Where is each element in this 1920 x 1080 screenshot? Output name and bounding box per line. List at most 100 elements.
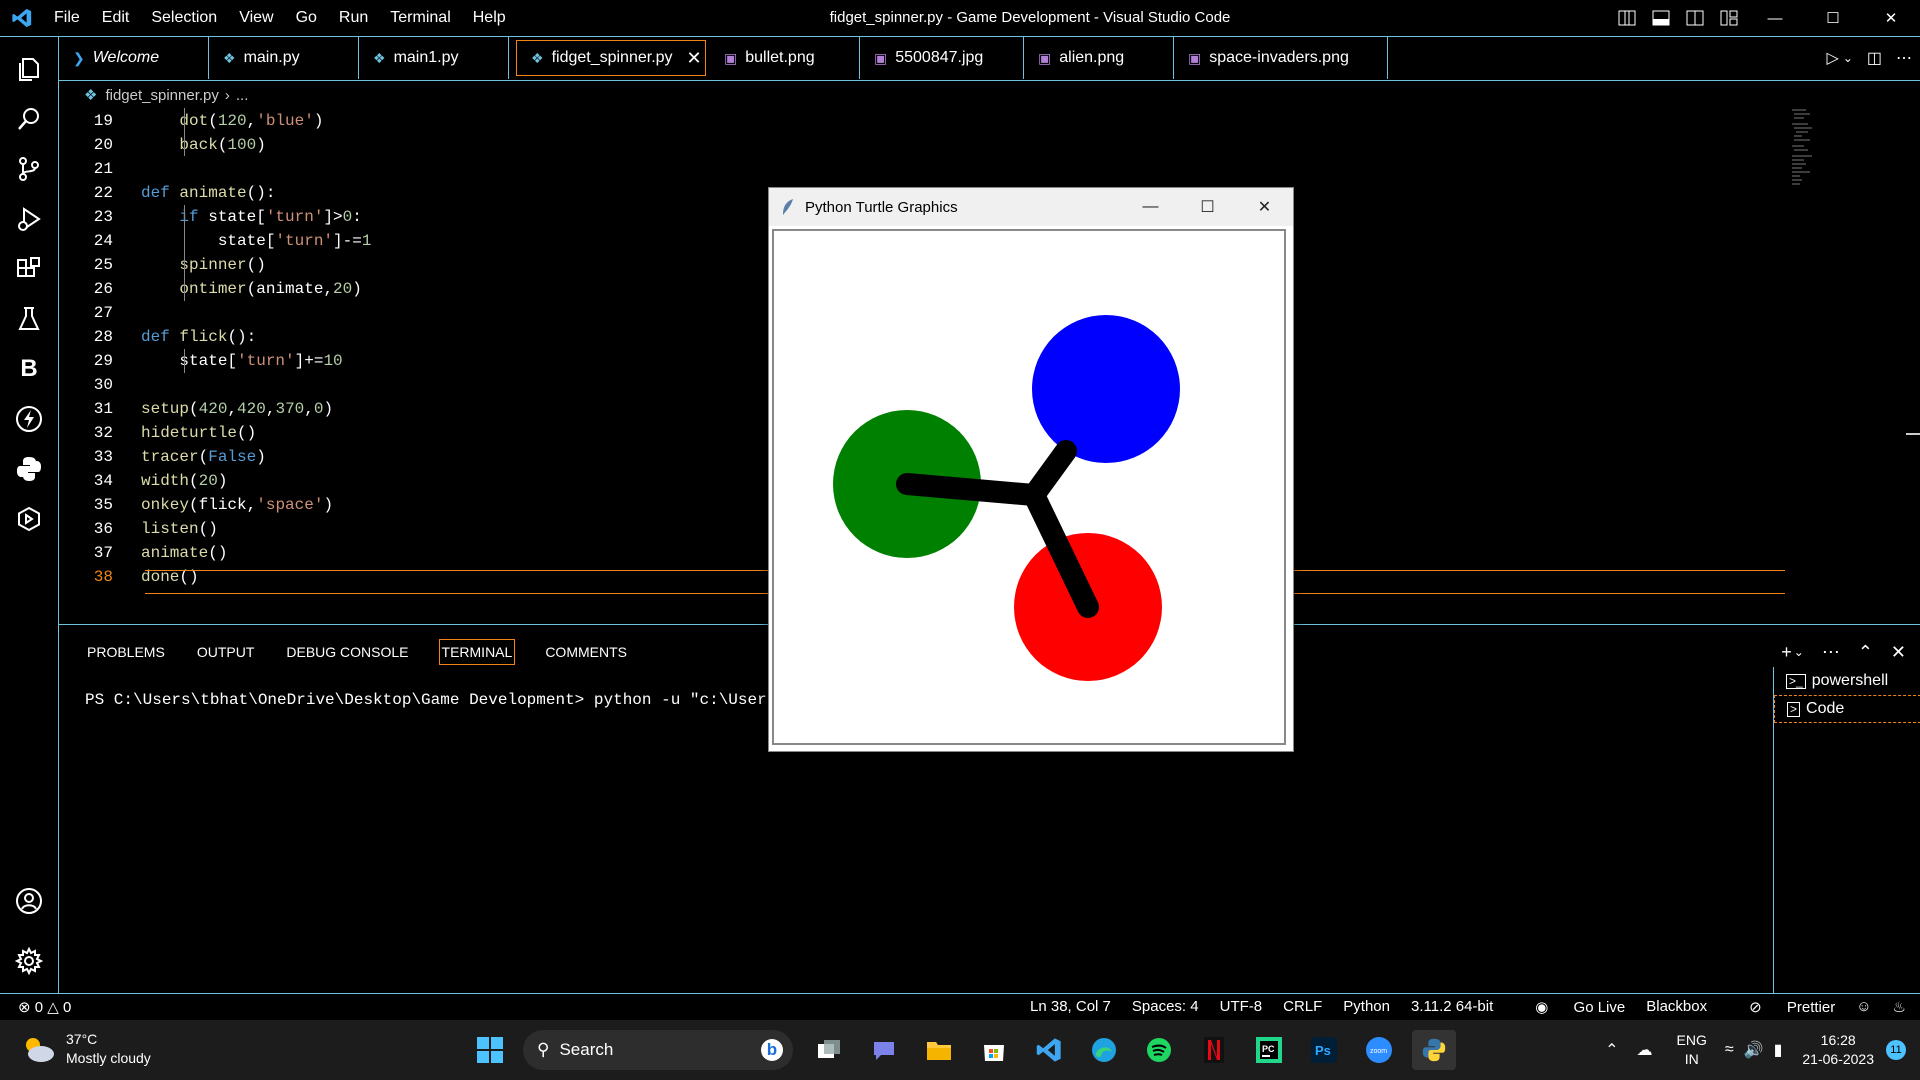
chevron-down-icon[interactable]: ⌄ xyxy=(1794,645,1804,659)
close-icon[interactable]: ✕ xyxy=(1862,0,1920,36)
blue-dot xyxy=(1032,315,1180,463)
minimap[interactable] xyxy=(1792,108,1816,188)
status-eol[interactable]: CRLF xyxy=(1283,998,1322,1016)
status-go-live[interactable]: ◉ Go Live xyxy=(1514,998,1625,1016)
tab-welcome[interactable]: ❯ Welcome xyxy=(59,37,209,79)
weather-widget[interactable]: 37°C Mostly cloudy xyxy=(20,1030,151,1068)
turtle-window-controls: — ☐ ✕ xyxy=(1122,188,1293,226)
prettier-icon: ⊘ xyxy=(1749,999,1762,1016)
maximize-panel-icon[interactable]: ⌃ xyxy=(1858,642,1873,663)
editor-actions: ▷ ⌄ ◫ ⋯ xyxy=(1813,37,1913,79)
terminal-item-code[interactable]: > Code xyxy=(1774,695,1920,723)
status-right: Ln 38, Col 7 Spaces: 4 UTF-8 CRLF Python… xyxy=(1009,998,1906,1016)
status-prettier[interactable]: ⊘ Prettier xyxy=(1728,998,1835,1016)
tab-problems[interactable]: PROBLEMS xyxy=(85,640,167,664)
tab-fidget-spinner[interactable]: ❖ fidget_spinner.py ✕ xyxy=(516,40,706,76)
terminal-output[interactable]: PS C:\Users\tbhat\OneDrive\Desktop\Game … xyxy=(85,691,815,709)
task-view-icon[interactable] xyxy=(807,1030,851,1070)
wifi-icon[interactable]: ≈ xyxy=(1725,1041,1734,1059)
status-language[interactable]: Python xyxy=(1343,998,1390,1016)
chevron-down-icon[interactable]: ⌄ xyxy=(1843,51,1853,65)
feedback-icon[interactable]: ☺ xyxy=(1856,998,1871,1016)
volume-icon[interactable]: 🔊 xyxy=(1744,1040,1764,1060)
taskbar-search[interactable]: ⚲ Search b xyxy=(523,1030,793,1070)
scrollbar-marker[interactable] xyxy=(1906,433,1920,435)
code-line: 19 dot(120,'blue') xyxy=(93,112,324,130)
clock[interactable]: 16:28 21-06-2023 xyxy=(1802,1031,1874,1069)
activity-bar: B xyxy=(0,37,59,993)
teams-chat-icon[interactable] xyxy=(862,1030,906,1070)
tab-alien-png[interactable]: ▣ alien.png xyxy=(1024,37,1174,79)
python-turtle-taskbar-icon[interactable] xyxy=(1412,1030,1456,1070)
language-indicator[interactable]: ENG IN xyxy=(1677,1031,1707,1069)
extensions-icon[interactable] xyxy=(0,247,58,291)
vscode-taskbar-icon[interactable] xyxy=(1027,1030,1071,1070)
notifications-bell-icon[interactable]: ♨ xyxy=(1893,998,1906,1016)
testing-flask-icon[interactable] xyxy=(0,297,58,341)
tab-main1-py[interactable]: ❖ main1.py xyxy=(359,37,509,79)
python-icon[interactable] xyxy=(0,447,58,491)
panel-actions: + ⌄ ⋯ ⌃ ✕ xyxy=(1763,637,1906,667)
status-cursor-position[interactable]: Ln 38, Col 7 xyxy=(1030,998,1111,1016)
turtle-canvas[interactable] xyxy=(772,229,1286,745)
more-actions-icon[interactable]: ⋯ xyxy=(1896,48,1912,68)
microsoft-store-icon[interactable] xyxy=(972,1030,1016,1070)
toggle-sidebar-icon[interactable] xyxy=(1678,0,1712,36)
notification-badge[interactable]: 11 xyxy=(1886,1040,1906,1060)
code-line: 20 back(100) xyxy=(93,136,266,154)
turtle-title-bar[interactable]: Python Turtle Graphics — ☐ ✕ xyxy=(769,188,1293,226)
tab-space-invaders-png[interactable]: ▣ space-invaders.png xyxy=(1174,37,1388,79)
status-blackbox[interactable]: Blackbox xyxy=(1646,998,1707,1016)
status-indentation[interactable]: Spaces: 4 xyxy=(1132,998,1199,1016)
windows-start-icon[interactable] xyxy=(468,1030,512,1070)
tab-main-py[interactable]: ❖ main.py xyxy=(209,37,359,79)
spotify-icon[interactable] xyxy=(1137,1030,1181,1070)
minimize-icon[interactable]: — xyxy=(1122,188,1179,226)
explorer-icon[interactable] xyxy=(0,47,58,91)
battery-icon[interactable]: ▮ xyxy=(1774,1040,1783,1060)
layout-grid-icon[interactable] xyxy=(1712,0,1746,36)
source-control-icon[interactable] xyxy=(0,147,58,191)
maximize-icon[interactable]: ☐ xyxy=(1804,0,1862,36)
more-actions-icon[interactable]: ⋯ xyxy=(1822,642,1840,663)
status-interpreter[interactable]: 3.11.2 64-bit xyxy=(1411,998,1493,1016)
tab-debug-console[interactable]: DEBUG CONSOLE xyxy=(284,640,410,664)
problems-status[interactable]: ⊗ 0 △ 0 xyxy=(18,998,71,1016)
maximize-icon[interactable]: ☐ xyxy=(1179,188,1236,226)
search-icon[interactable] xyxy=(0,97,58,141)
status-encoding[interactable]: UTF-8 xyxy=(1220,998,1263,1016)
close-icon[interactable]: ✕ xyxy=(1236,188,1293,226)
chevron-up-icon[interactable]: ⌃ xyxy=(1605,1040,1618,1060)
run-debug-icon[interactable] xyxy=(0,197,58,241)
remote-explorer-icon[interactable] xyxy=(0,497,58,541)
tab-comments[interactable]: COMMENTS xyxy=(543,640,629,664)
tab-5500847-jpg[interactable]: ▣ 5500847.jpg xyxy=(860,37,1024,79)
blackbox-icon[interactable]: B xyxy=(0,347,58,391)
image-icon: ▣ xyxy=(1188,49,1202,66)
photoshop-icon[interactable]: Ps xyxy=(1302,1030,1346,1070)
tab-bullet-png[interactable]: ▣ bullet.png xyxy=(710,37,860,79)
layout-customize-icon[interactable] xyxy=(1610,0,1644,36)
toggle-panel-icon[interactable] xyxy=(1644,0,1678,36)
lightning-icon[interactable] xyxy=(0,397,58,441)
split-editor-icon[interactable]: ◫ xyxy=(1867,48,1882,68)
netflix-icon[interactable] xyxy=(1192,1030,1236,1070)
terminal-item-powershell[interactable]: >_ powershell xyxy=(1774,667,1920,695)
code-line: 21 xyxy=(93,160,113,178)
onedrive-icon[interactable]: ☁ xyxy=(1637,1040,1653,1060)
close-tab-icon[interactable]: ✕ xyxy=(687,48,702,69)
cloud-sun-icon xyxy=(26,1038,54,1062)
new-terminal-icon[interactable]: + xyxy=(1781,642,1792,663)
settings-gear-icon[interactable] xyxy=(0,939,58,983)
tab-terminal[interactable]: TERMINAL xyxy=(438,639,516,665)
file-explorer-icon[interactable] xyxy=(917,1030,961,1070)
zoom-icon[interactable]: zoom xyxy=(1357,1030,1401,1070)
tab-output[interactable]: OUTPUT xyxy=(195,640,257,664)
minimize-icon[interactable]: — xyxy=(1746,0,1804,36)
fidget-spinner-drawing xyxy=(833,315,1180,681)
close-panel-icon[interactable]: ✕ xyxy=(1891,642,1906,663)
run-file-icon[interactable]: ▷ xyxy=(1827,48,1839,68)
pycharm-icon[interactable]: PC xyxy=(1247,1030,1291,1070)
accounts-icon[interactable] xyxy=(0,879,58,923)
edge-browser-icon[interactable] xyxy=(1082,1030,1126,1070)
